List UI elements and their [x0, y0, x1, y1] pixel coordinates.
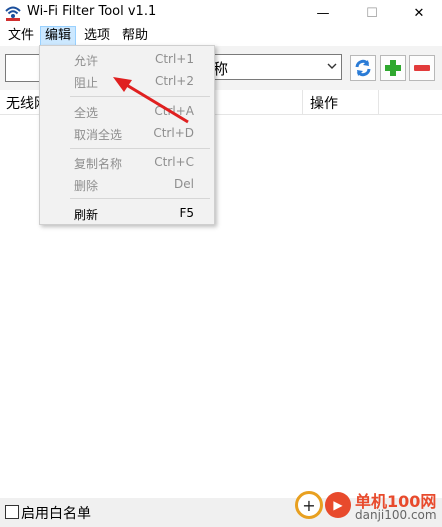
menu-item-shortcut: Del	[174, 177, 194, 191]
close-button[interactable]: ✕	[396, 0, 442, 26]
refresh-icon	[355, 59, 371, 77]
minus-icon	[414, 65, 430, 71]
menu-item-refresh[interactable]: 刷新 F5	[40, 202, 214, 224]
menu-item-shortcut: Ctrl+A	[154, 104, 194, 118]
column-divider[interactable]	[378, 90, 379, 114]
menu-item-shortcut: Ctrl+1	[154, 52, 194, 66]
watermark-url: danji100.com	[355, 508, 437, 522]
menu-edit[interactable]: 编辑	[40, 26, 77, 46]
menu-item-deselect-all[interactable]: 取消全选 Ctrl+D	[40, 122, 214, 144]
whitelist-label[interactable]: 启用白名单	[21, 503, 91, 523]
menu-options[interactable]: 选项	[80, 27, 114, 45]
combo-value: 称	[213, 60, 229, 78]
menu-item-shortcut: Ctrl+C	[154, 155, 194, 169]
watermark-play-icon: ▶	[325, 492, 351, 518]
menu-item-label: 阻止	[74, 76, 99, 90]
menu-item-label: 删除	[74, 179, 99, 193]
title-bar: Wi-Fi Filter Tool v1.1 — ☐ ✕	[0, 0, 442, 26]
menu-help[interactable]: 帮助	[118, 27, 152, 45]
chevron-down-icon	[327, 63, 337, 69]
menu-file[interactable]: 文件	[4, 27, 38, 45]
watermark-plus-icon: +	[295, 491, 323, 519]
menu-item-block[interactable]: 阻止 Ctrl+2	[40, 70, 214, 92]
menu-item-label: 全选	[74, 106, 99, 120]
maximize-button[interactable]: ☐	[349, 0, 395, 26]
menu-item-label: 复制名称	[74, 157, 123, 171]
add-button[interactable]	[380, 55, 406, 81]
menu-item-label: 允许	[74, 54, 99, 68]
column-action[interactable]: 操作	[310, 93, 338, 113]
filter-combo[interactable]: 称	[210, 54, 342, 80]
whitelist-checkbox[interactable]	[5, 505, 19, 519]
edit-menu-dropdown: 允许 Ctrl+1 阻止 Ctrl+2 全选 Ctrl+A 取消全选 Ctrl+…	[39, 45, 215, 225]
plus-icon	[385, 60, 401, 76]
watermark-logo: + ▶ 单机100网 danji100.com	[295, 486, 442, 527]
menu-item-select-all[interactable]: 全选 Ctrl+A	[40, 100, 214, 122]
menu-item-allow[interactable]: 允许 Ctrl+1	[40, 48, 214, 70]
menu-separator	[70, 96, 210, 97]
menu-item-copy-name[interactable]: 复制名称 Ctrl+C	[40, 151, 214, 173]
menu-item-shortcut: Ctrl+2	[154, 74, 194, 88]
menu-item-label: 取消全选	[74, 128, 123, 142]
menu-separator	[70, 198, 210, 199]
menu-item-label: 刷新	[74, 208, 99, 222]
search-input[interactable]	[5, 54, 43, 82]
menu-item-shortcut: F5	[179, 206, 194, 220]
menu-item-delete[interactable]: 删除 Del	[40, 173, 214, 195]
column-divider[interactable]	[302, 90, 303, 114]
refresh-button[interactable]	[350, 55, 376, 81]
wifi-app-icon	[5, 6, 21, 21]
menu-separator	[70, 148, 210, 149]
window-title: Wi-Fi Filter Tool v1.1	[27, 4, 157, 19]
remove-button[interactable]	[409, 55, 435, 81]
menu-item-shortcut: Ctrl+D	[153, 126, 194, 140]
menu-bar: 文件 编辑 选项 帮助	[0, 26, 442, 46]
minimize-button[interactable]: —	[300, 0, 346, 26]
